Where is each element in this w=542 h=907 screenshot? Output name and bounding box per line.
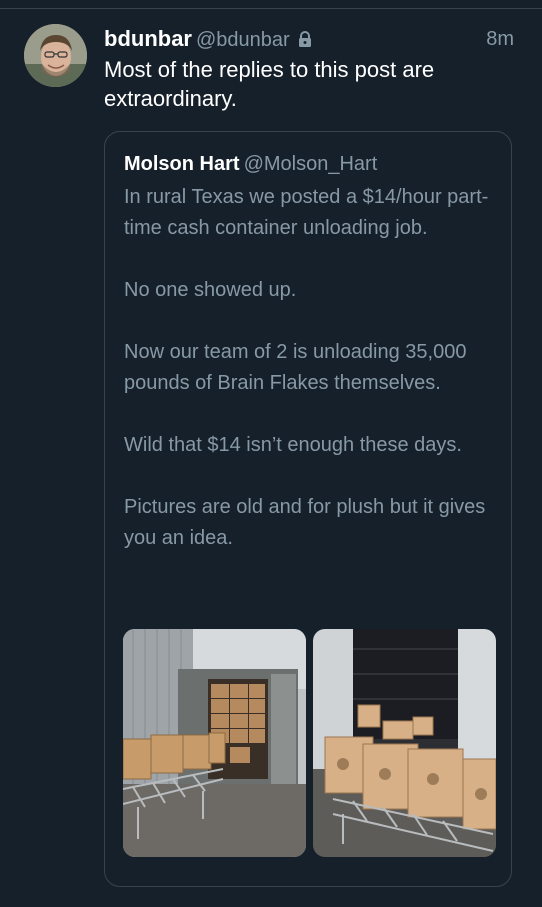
quoted-paragraph: Pictures are old and for plush but it gi…	[124, 496, 486, 549]
quoted-tweet-header: Molson Hart @Molson_Hart	[124, 153, 377, 176]
quoted-author-name[interactable]: Molson Hart	[124, 153, 240, 175]
timestamp[interactable]: 8m	[486, 28, 514, 51]
lock-icon	[296, 30, 314, 53]
quoted-paragraph: Now our team of 2 is unloading 35,000 po…	[124, 341, 467, 394]
quoted-author-handle[interactable]: @Molson_Hart	[244, 153, 378, 175]
quoted-paragraph: No one showed up.	[124, 279, 297, 301]
quoted-paragraph: Wild that $14 isn’t enough these days.	[124, 434, 462, 456]
quoted-tweet[interactable]: Molson Hart @Molson_Hart In rural Texas w…	[104, 131, 512, 887]
author-name[interactable]: bdunbar	[104, 26, 192, 51]
top-divider	[0, 8, 542, 9]
avatar-image	[24, 24, 87, 87]
avatar[interactable]	[24, 24, 87, 87]
quoted-tweet-text: In rural Texas we posted a $14/hour part…	[124, 182, 504, 554]
tweet-text: Most of the replies to this post are ext…	[104, 57, 435, 111]
tweet-header: bdunbar @bdunbar 8m	[104, 26, 514, 54]
photo-warehouse-boxes[interactable]	[313, 629, 496, 857]
photo-container-boxes[interactable]	[123, 629, 306, 857]
quoted-paragraph: In rural Texas we posted a $14/hour part…	[124, 186, 489, 239]
author-handle[interactable]: @bdunbar	[196, 29, 290, 51]
